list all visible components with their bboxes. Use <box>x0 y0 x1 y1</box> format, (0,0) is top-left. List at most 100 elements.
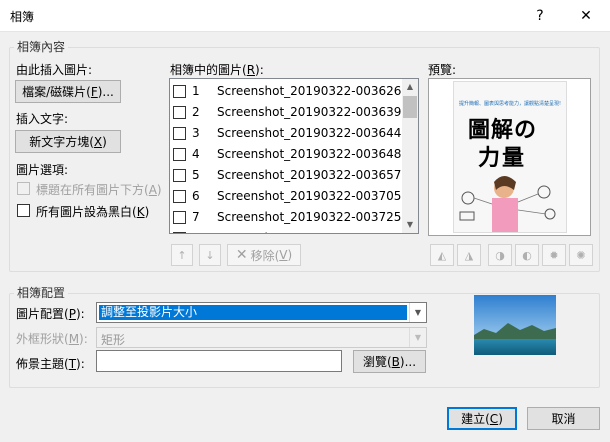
list-item-number: 8 <box>192 231 200 233</box>
browse-button-key: B <box>391 354 400 369</box>
close-button[interactable]: ✕ <box>566 0 606 32</box>
file-disk-button[interactable]: 檔案/磁碟片(F)... <box>15 80 121 103</box>
picture-layout-select[interactable]: 調整至投影片大小 ▼ <box>96 302 427 323</box>
remove-button[interactable]: ✕ 移除(V) <box>227 244 301 266</box>
new-textbox-button[interactable]: 新文字方塊(X) <box>15 130 121 153</box>
caption-below-label-pre: 標題在所有圖片下方( <box>36 183 149 197</box>
list-item-name: Screenshot_20190322-003639 <box>217 105 402 119</box>
list-item-name: Screenshot_20190322-003725 <box>217 210 402 224</box>
list-item-number: 7 <box>192 210 200 224</box>
theme-label-pre: 佈景主題( <box>16 357 69 371</box>
create-button-key: C <box>489 411 499 426</box>
album-pictures-list[interactable]: 1 Screenshot_20190322-003626 2 Screenshot_2… <box>169 78 419 234</box>
caption-below-label-post: ) <box>156 183 162 197</box>
brightness-up-icon[interactable]: ✹ <box>542 244 566 266</box>
list-item-number: 2 <box>192 105 200 119</box>
list-item[interactable]: 2 Screenshot_20190322-003639 <box>170 102 402 123</box>
list-item-checkbox[interactable] <box>173 127 186 140</box>
frame-shape-label: 外框形狀(M): <box>16 330 88 347</box>
contrast-down-icon[interactable]: ◐ <box>515 244 539 266</box>
list-item-checkbox[interactable] <box>173 169 186 182</box>
list-item[interactable]: 7 Screenshot_20190322-003725 <box>170 207 402 228</box>
picture-layout-value: 調整至投影片大小 <box>99 305 407 320</box>
new-textbox-button-key: X <box>93 134 103 149</box>
album-layout-legend: 相簿配置 <box>14 284 69 301</box>
picture-options-label: 圖片選項: <box>16 163 69 177</box>
frame-shape-label-post: ): <box>79 332 88 346</box>
list-item-number: 6 <box>192 189 200 203</box>
contrast-up-icon[interactable]: ◑ <box>488 244 512 266</box>
browse-button-post: )... <box>399 354 417 369</box>
list-item-name: Screenshot_20190322-003648 <box>217 147 402 161</box>
preview-frame: 提升簡報、圖表與思考能力，讓觀點清楚呈現! 圖解の 力量 <box>428 78 591 236</box>
help-button[interactable]: ? <box>520 0 560 32</box>
file-disk-button-post: )... <box>97 84 114 99</box>
theme-input[interactable] <box>96 350 342 372</box>
frame-shape-label-pre: 外框形狀( <box>16 332 69 346</box>
browse-button[interactable]: 瀏覽(B)... <box>353 350 426 373</box>
album-content-legend: 相簿內容 <box>14 38 69 55</box>
move-up-icon[interactable]: ↑ <box>171 244 193 266</box>
black-white-label: 所有圖片設為黑白(K) <box>36 203 149 220</box>
album-pictures-rows: 1 Screenshot_20190322-003626 2 Screenshot_2… <box>170 79 402 233</box>
insert-from-label: 由此插入圖片: <box>16 63 93 77</box>
theme-label-key: T <box>68 357 77 371</box>
caption-below-label-key: A <box>148 183 157 197</box>
rotate-right-icon[interactable]: ◮ <box>457 244 481 266</box>
layout-preview-image <box>474 295 556 355</box>
scroll-up-arrow-icon[interactable]: ▲ <box>402 79 418 95</box>
picture-layout-label: 圖片配置(P): <box>16 305 85 322</box>
cancel-button[interactable]: 取消 <box>527 407 600 430</box>
picture-layout-label-pre: 圖片配置( <box>16 307 69 321</box>
chevron-down-icon[interactable]: ▼ <box>409 328 426 347</box>
list-item[interactable]: 5 Screenshot_20190322-003657 <box>170 165 402 186</box>
chevron-down-icon[interactable]: ▼ <box>409 303 426 322</box>
black-white-label-pre: 所有圖片設為黑白( <box>36 205 137 219</box>
album-pictures-label-pre: 相簿中的圖片( <box>170 63 247 77</box>
scroll-down-arrow-icon[interactable]: ▼ <box>402 217 418 233</box>
remove-button-pre: 移除( <box>250 248 280 263</box>
title-bar <box>0 0 610 32</box>
list-item-checkbox[interactable] <box>173 85 186 98</box>
remove-x-icon: ✕ <box>235 247 248 263</box>
list-item-checkbox[interactable] <box>173 211 186 224</box>
scroll-thumb[interactable] <box>403 96 417 118</box>
frame-shape-label-key: M <box>68 332 80 346</box>
list-item-checkbox[interactable] <box>173 148 186 161</box>
rotate-left-icon[interactable]: ◭ <box>430 244 454 266</box>
new-textbox-button-pre: 新文字方塊( <box>29 135 94 149</box>
album-pictures-label-key: R <box>246 63 256 77</box>
album-pictures-label-post: ): <box>255 63 264 77</box>
list-item[interactable]: 3 Screenshot_20190322-003644 <box>170 123 402 144</box>
list-item-name: Screenshot_20190322-003657 <box>217 168 402 182</box>
black-white-option: 所有圖片設為黑白(K) <box>17 203 167 219</box>
create-button-post: ) <box>498 411 503 426</box>
list-item-name: Screenshot_20190322-003752 <box>217 231 401 233</box>
album-pictures-label: 相簿中的圖片(R): <box>170 61 264 78</box>
list-item[interactable]: 1 Screenshot_20190322-003626 <box>170 81 402 102</box>
frame-shape-select[interactable]: 矩形 ▼ <box>96 327 427 348</box>
list-item-number: 4 <box>192 147 200 161</box>
create-button-pre: 建立( <box>461 412 490 426</box>
window-title: 相簿 <box>10 10 35 24</box>
theme-label-post: ): <box>76 357 85 371</box>
remove-button-post: ) <box>287 248 293 262</box>
list-item[interactable]: 6 Screenshot_20190322-003705 <box>170 186 402 207</box>
caption-below-checkbox[interactable] <box>17 182 30 195</box>
list-item[interactable]: 8 Screenshot_20190322-003752 <box>170 228 402 233</box>
preview-illustration <box>459 176 556 232</box>
new-textbox-button-post: ) <box>102 134 107 149</box>
move-down-icon[interactable]: ↓ <box>199 244 221 266</box>
caption-below-label: 標題在所有圖片下方(A) <box>36 181 162 198</box>
list-item-name: Screenshot_20190322-003626 <box>217 84 402 98</box>
browse-button-pre: 瀏覽( <box>362 355 392 369</box>
list-item[interactable]: 4 Screenshot_20190322-003648 <box>170 144 402 165</box>
list-scrollbar[interactable]: ▲ ▼ <box>402 79 418 233</box>
file-disk-button-key: F <box>90 84 98 99</box>
black-white-checkbox[interactable] <box>17 204 30 217</box>
list-item-checkbox[interactable] <box>173 232 186 233</box>
create-button[interactable]: 建立(C) <box>447 407 517 430</box>
list-item-checkbox[interactable] <box>173 106 186 119</box>
list-item-checkbox[interactable] <box>173 190 186 203</box>
brightness-down-icon[interactable]: ✺ <box>569 244 593 266</box>
